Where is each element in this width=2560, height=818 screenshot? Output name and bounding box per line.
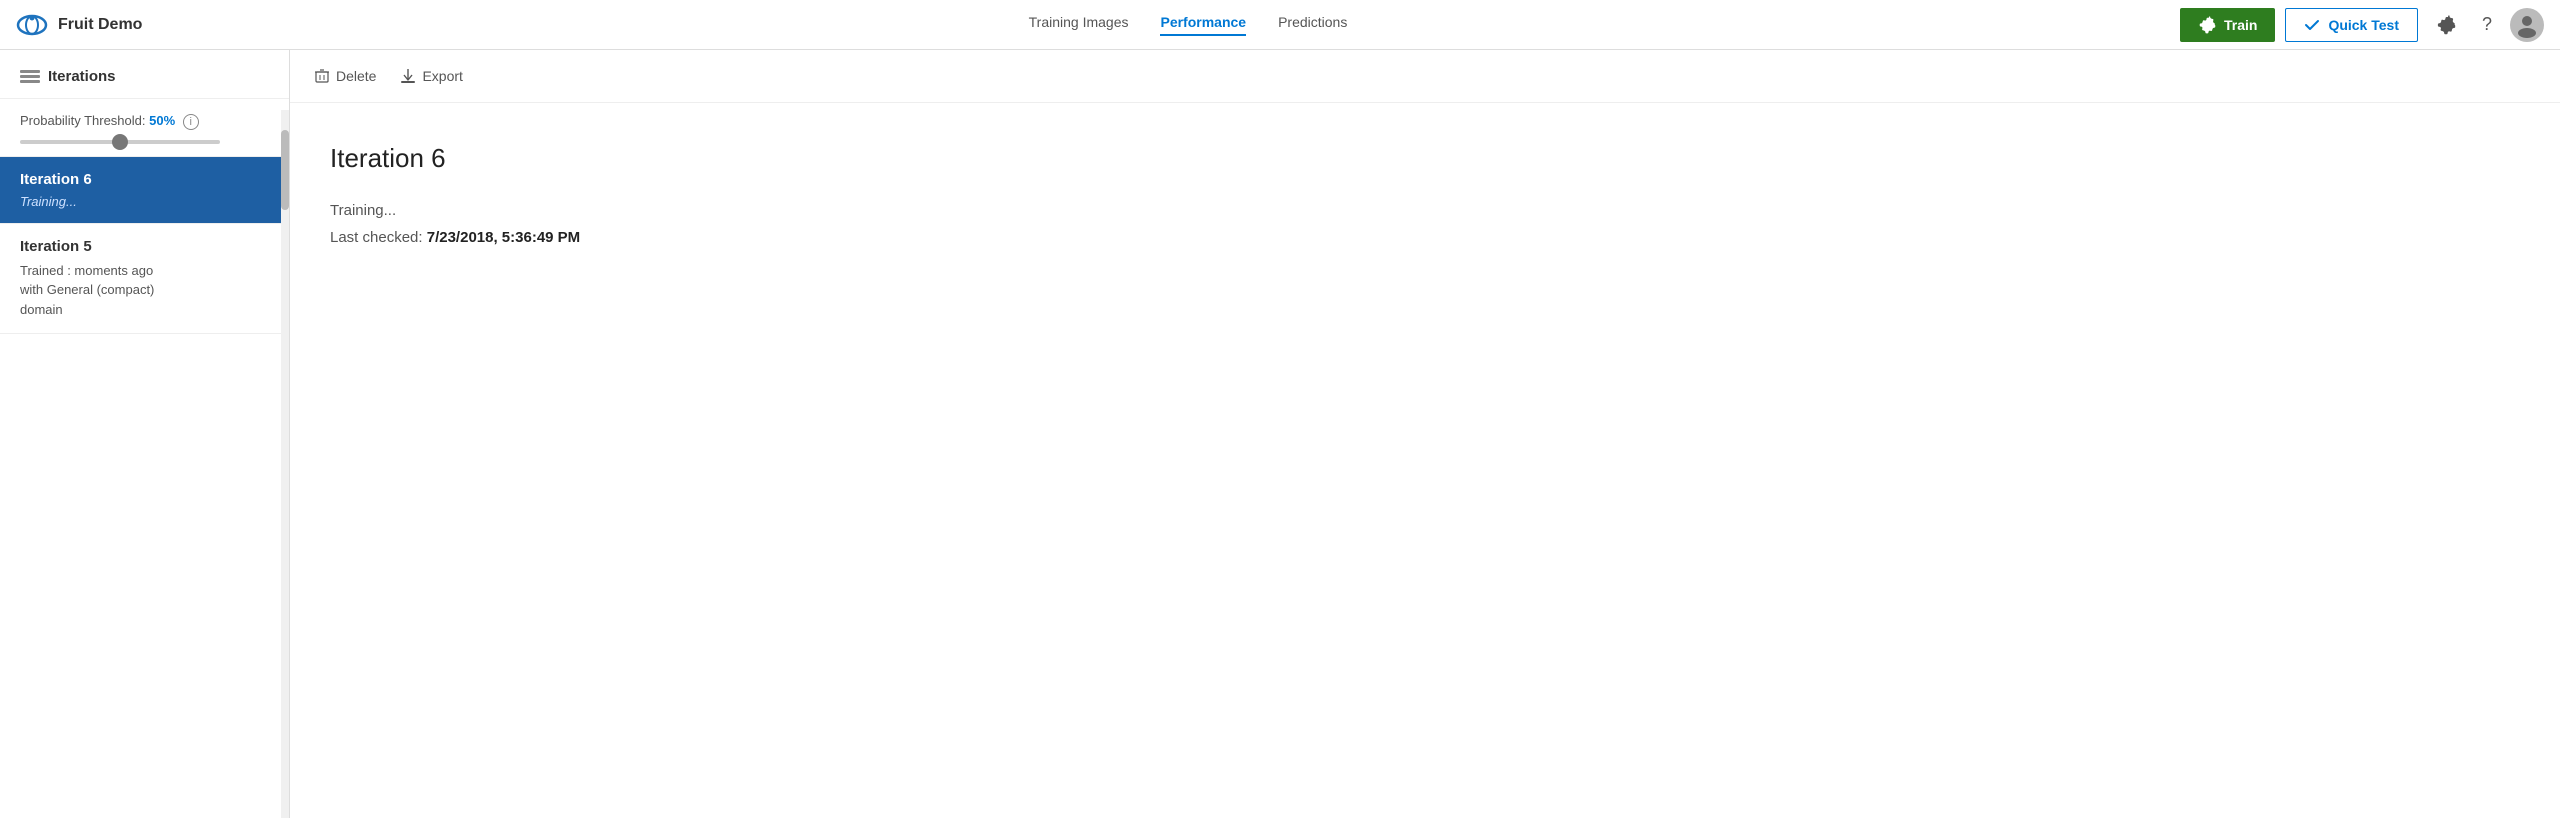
iteration-detail-title: Iteration 6 bbox=[330, 143, 2520, 174]
header-actions: Train Quick Test ? bbox=[2180, 8, 2544, 42]
help-icon: ? bbox=[2482, 14, 2492, 35]
tab-training-images[interactable]: Training Images bbox=[1029, 14, 1129, 36]
threshold-area: Probability Threshold: 50% i bbox=[0, 99, 289, 157]
scrollbar-track[interactable] bbox=[281, 110, 289, 818]
iteration-item-5[interactable]: Iteration 5 Trained : moments agowith Ge… bbox=[0, 224, 289, 335]
train-button-label: Train bbox=[2224, 17, 2257, 33]
avatar-icon bbox=[2513, 11, 2541, 39]
iteration-5-subtitle: Trained : moments agowith General (compa… bbox=[20, 261, 269, 320]
app-title: Fruit Demo bbox=[58, 16, 142, 34]
logo-area: Fruit Demo bbox=[16, 9, 196, 41]
sidebar-header: Iterations bbox=[0, 50, 289, 99]
iterations-list: Iteration 6 Training... Iteration 5 Trai… bbox=[0, 157, 289, 818]
slider-container bbox=[20, 140, 269, 144]
settings-icon bbox=[2436, 15, 2456, 35]
threshold-label: Probability Threshold: 50% i bbox=[20, 113, 269, 130]
iteration-detail: Iteration 6 Training... Last checked: 7/… bbox=[290, 103, 2560, 286]
probability-threshold-slider[interactable] bbox=[20, 140, 220, 144]
last-checked: Last checked: 7/23/2018, 5:36:49 PM bbox=[330, 229, 2520, 246]
scrollbar-thumb[interactable] bbox=[281, 130, 289, 210]
quick-test-button[interactable]: Quick Test bbox=[2285, 8, 2418, 42]
app-logo-icon bbox=[16, 9, 48, 41]
iteration-6-subtitle: Training... bbox=[20, 194, 269, 209]
export-icon bbox=[400, 68, 416, 84]
layers-icon bbox=[20, 66, 40, 86]
train-button[interactable]: Train bbox=[2180, 8, 2275, 42]
tab-predictions[interactable]: Predictions bbox=[1278, 14, 1347, 36]
app-header: Fruit Demo Training Images Performance P… bbox=[0, 0, 2560, 50]
delete-button-label: Delete bbox=[336, 68, 376, 84]
iteration-item-6[interactable]: Iteration 6 Training... bbox=[0, 157, 289, 224]
user-avatar-button[interactable] bbox=[2510, 8, 2544, 42]
info-icon: i bbox=[183, 114, 199, 130]
delete-icon bbox=[314, 68, 330, 84]
main-layout: Iterations Probability Threshold: 50% i … bbox=[0, 50, 2560, 818]
sidebar: Iterations Probability Threshold: 50% i … bbox=[0, 50, 290, 818]
checkmark-icon bbox=[2304, 17, 2320, 33]
threshold-value: 50% bbox=[149, 113, 175, 128]
iteration-5-title: Iteration 5 bbox=[20, 238, 269, 255]
gear-icon bbox=[2198, 16, 2216, 34]
content-area: Delete Export Iteration 6 Training... La… bbox=[290, 50, 2560, 818]
export-button[interactable]: Export bbox=[400, 64, 462, 88]
training-status: Training... bbox=[330, 202, 2520, 219]
toolbar: Delete Export bbox=[290, 50, 2560, 103]
nav-tabs: Training Images Performance Predictions bbox=[196, 14, 2180, 36]
sidebar-title: Iterations bbox=[48, 68, 116, 85]
last-checked-label: Last checked: bbox=[330, 229, 423, 246]
export-button-label: Export bbox=[422, 68, 462, 84]
threshold-label-text: Probability Threshold: bbox=[20, 113, 149, 128]
quick-test-button-label: Quick Test bbox=[2328, 17, 2399, 33]
last-checked-value: 7/23/2018, 5:36:49 PM bbox=[427, 229, 580, 246]
iteration-6-title: Iteration 6 bbox=[20, 171, 269, 188]
tab-performance[interactable]: Performance bbox=[1160, 14, 1246, 36]
settings-button[interactable] bbox=[2428, 11, 2464, 39]
help-button[interactable]: ? bbox=[2474, 10, 2500, 39]
delete-button[interactable]: Delete bbox=[314, 64, 376, 88]
